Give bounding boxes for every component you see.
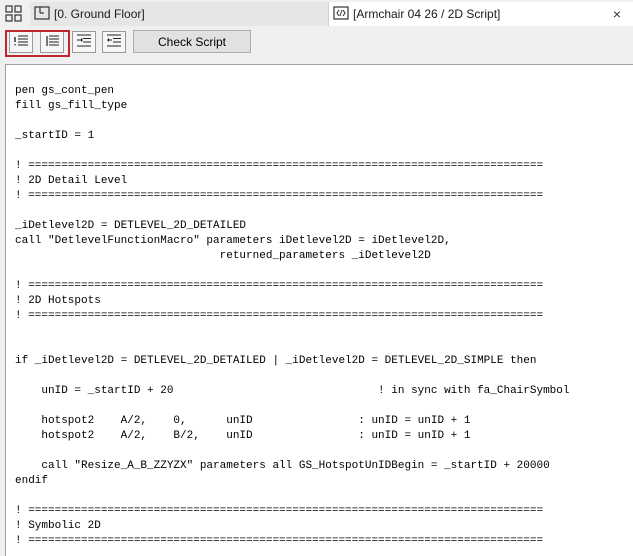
- code-line[interactable]: ! ======================================…: [15, 309, 570, 324]
- code-line[interactable]: ! 2D Detail Level: [15, 174, 570, 189]
- code-line[interactable]: returned_parameters _iDetlevel2D: [15, 249, 570, 264]
- outdent-icon: [106, 34, 122, 51]
- tab-label: [Armchair 04 26 / 2D Script]: [353, 7, 501, 21]
- code-line[interactable]: [15, 489, 570, 504]
- code-line[interactable]: if _iDetlevel2D = DETLEVEL_2D_DETAILED |…: [15, 354, 570, 369]
- script-editor[interactable]: pen gs_cont_pen fill gs_fill_type _startID…: [5, 64, 633, 556]
- code-line[interactable]: [15, 204, 570, 219]
- code-line[interactable]: call "Resize_A_B_ZZYZX" parameters all G…: [15, 459, 570, 474]
- outdent-button[interactable]: [102, 31, 126, 53]
- code-area[interactable]: pen gs_cont_pen fill gs_fill_type _startID…: [15, 84, 570, 549]
- code-line[interactable]: fill gs_fill_type: [15, 99, 570, 114]
- tab-ground-floor[interactable]: [0. Ground Floor]: [30, 2, 328, 26]
- code-line[interactable]: [15, 264, 570, 279]
- code-line[interactable]: _iDetlevel2D = DETLEVEL_2D_DETAILED: [15, 219, 570, 234]
- code-line[interactable]: [15, 144, 570, 159]
- code-line[interactable]: [15, 369, 570, 384]
- tab-label: [0. Ground Floor]: [54, 7, 145, 21]
- floor-plan-icon: [34, 5, 50, 23]
- code-line[interactable]: unID = _startID + 20 ! in sync with fa_C…: [15, 384, 569, 399]
- code-line[interactable]: hotspot2 A/2, 0, unID : unID = unID + 1: [15, 414, 570, 429]
- code-line[interactable]: ! ======================================…: [15, 504, 570, 519]
- indent-button[interactable]: [72, 31, 96, 53]
- highlight-frame: [5, 30, 70, 57]
- code-line[interactable]: ! Symbolic 2D: [15, 519, 570, 534]
- code-line[interactable]: ! 2D Hotspots: [15, 294, 570, 309]
- code-line[interactable]: [15, 444, 570, 459]
- grid-view-icon[interactable]: [4, 5, 24, 23]
- tab-2d-script[interactable]: [Armchair 04 26 / 2D Script] ×: [328, 2, 633, 26]
- code-line[interactable]: hotspot2 A/2, B/2, unID : unID = unID + …: [15, 429, 570, 444]
- check-script-button[interactable]: Check Script: [133, 30, 251, 53]
- code-line[interactable]: call "DetlevelFunctionMacro" parameters …: [15, 234, 570, 249]
- code-line[interactable]: [15, 324, 570, 339]
- code-line[interactable]: ! ======================================…: [15, 189, 570, 204]
- code-line[interactable]: [15, 399, 570, 414]
- code-line[interactable]: pen gs_cont_pen: [15, 84, 570, 99]
- code-line[interactable]: [15, 114, 570, 129]
- code-line[interactable]: ! ======================================…: [15, 279, 570, 294]
- script-icon: [333, 5, 349, 23]
- code-line[interactable]: _startID = 1: [15, 129, 570, 144]
- close-icon[interactable]: ×: [613, 6, 621, 22]
- code-line[interactable]: ! ======================================…: [15, 534, 570, 549]
- indent-icon: [76, 34, 92, 51]
- tab-bar: [0. Ground Floor] [Armchair 04 26 / 2D S…: [0, 0, 633, 28]
- code-line[interactable]: [15, 339, 570, 354]
- script-toolbar: [0, 28, 633, 58]
- code-line[interactable]: endif: [15, 474, 570, 489]
- code-line[interactable]: ! ======================================…: [15, 159, 570, 174]
